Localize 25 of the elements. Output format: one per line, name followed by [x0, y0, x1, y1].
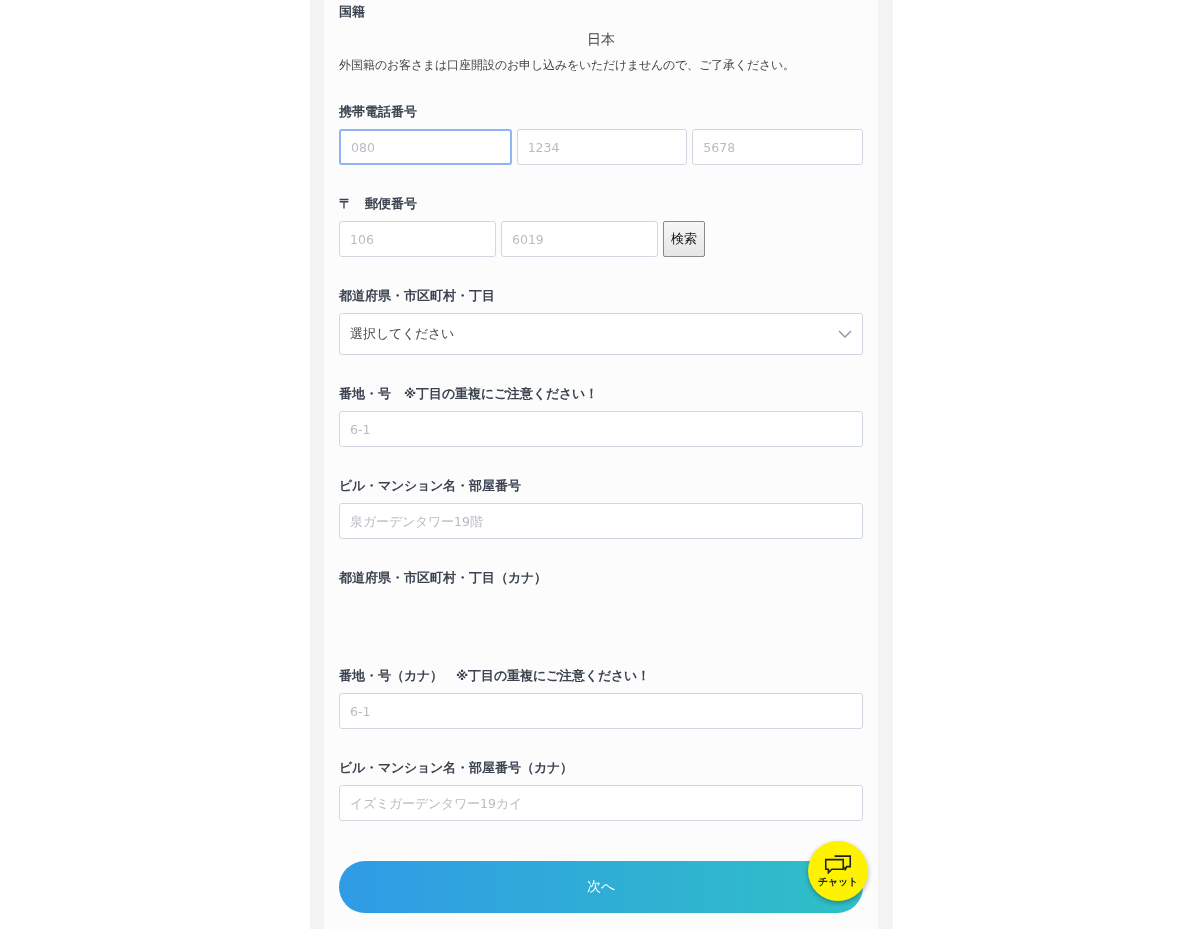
field-label: 都道府県・市区町村・丁目（カナ） — [339, 569, 548, 587]
field-label: 番地・号 ※丁目の重複にご注意ください！ — [339, 385, 600, 403]
search-button[interactable]: 検索 — [663, 221, 705, 257]
text-field[interactable]: 5678 — [692, 129, 863, 165]
text-field[interactable]: 6019 — [501, 221, 658, 257]
field-label: 都道府県・市区町村・丁目 — [339, 287, 496, 305]
field-label: 〒 郵便番号 — [339, 195, 418, 213]
field-label: 国籍 — [339, 3, 366, 21]
chat-label: チャット — [818, 874, 858, 889]
text-field[interactable]: 6-1 — [339, 411, 863, 447]
text-field[interactable]: 106 — [339, 221, 496, 257]
text-field[interactable]: 080 — [339, 129, 512, 165]
field-label: 携帯電話番号 — [339, 103, 418, 121]
chat-bubbles-icon — [824, 853, 852, 874]
text-field[interactable]: 6-1 — [339, 693, 863, 729]
field-label: ビル・マンション名・部屋番号（カナ） — [339, 759, 574, 777]
chevron-down-icon — [838, 330, 852, 338]
nationality-value: 日本 — [586, 30, 616, 49]
select-value: 選択してください — [350, 325, 454, 343]
select-field[interactable]: 選択してください — [339, 313, 863, 355]
chat-button[interactable]: チャット — [808, 841, 868, 901]
field-label: ビル・マンション名・部屋番号 — [339, 477, 522, 495]
field-label: 番地・号（カナ） ※丁目の重複にご注意ください！ — [339, 667, 652, 685]
text-field[interactable]: 1234 — [516, 129, 688, 165]
notice-text: 外国籍のお客さまは口座開設のお申し込みをいただけませんので、ご了承ください。 — [339, 57, 796, 73]
